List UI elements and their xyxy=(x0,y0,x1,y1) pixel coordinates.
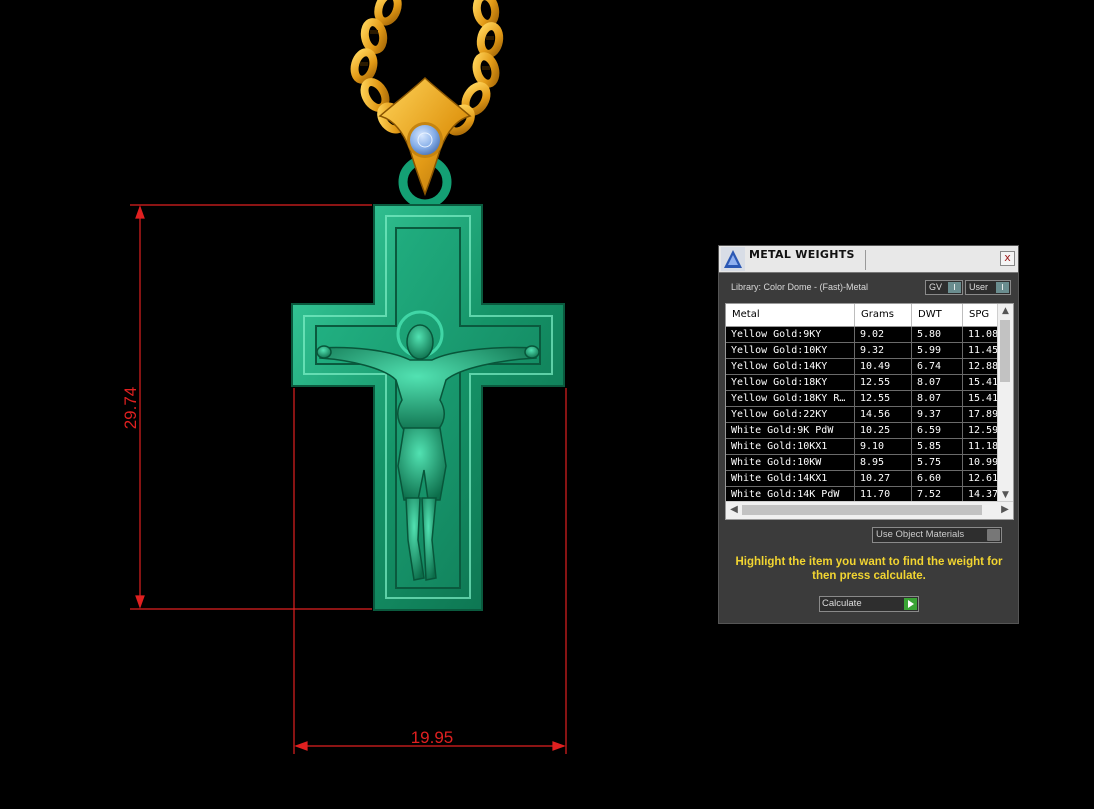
width-dimension-label: 19.95 xyxy=(411,728,454,747)
scroll-right-icon[interactable]: ▶ xyxy=(998,503,1012,517)
grams-cell: 9.32 xyxy=(855,343,912,358)
app-logo-icon xyxy=(721,247,745,271)
height-dimension xyxy=(130,204,372,610)
instruction-text: Highlight the item you want to find the … xyxy=(735,556,1003,582)
gv-toggle[interactable]: GV I xyxy=(925,280,963,295)
metal-cell: White Gold:10KX1 xyxy=(726,439,855,454)
table-row[interactable]: White Gold:14K PdW 11.70 7.52 14.37 xyxy=(726,487,998,502)
metal-weights-panel: METAL WEIGHTS x Library: Color Dome - (F… xyxy=(718,245,1019,624)
grams-cell: 14.56 xyxy=(855,407,912,422)
table-header: Metal Grams DWT SPG xyxy=(726,304,1003,327)
calculate-button[interactable]: Calculate xyxy=(819,596,919,612)
user-toggle[interactable]: User I xyxy=(965,280,1011,295)
table-row[interactable]: White Gold:14KX1 10.27 6.60 12.61 xyxy=(726,471,998,487)
titlebar-divider xyxy=(865,250,866,270)
vertical-scrollbar[interactable]: ▲ ▼ xyxy=(997,304,1013,502)
column-header-grams[interactable]: Grams xyxy=(855,304,912,326)
metal-cell: Yellow Gold:10KY xyxy=(726,343,855,358)
spg-cell: 15.41 xyxy=(963,391,998,406)
metal-cell: Yellow Gold:9KY xyxy=(726,327,855,342)
use-object-materials-label: Use Object Materials xyxy=(876,529,965,540)
metal-table[interactable]: Metal Grams DWT SPG Yellow Gold:9KY 9.02 5… xyxy=(725,303,1014,520)
metal-cell: Yellow Gold:14KY xyxy=(726,359,855,374)
metal-cell: Yellow Gold:22KY xyxy=(726,407,855,422)
spg-cell: 17.89 xyxy=(963,407,998,422)
metal-cell: Yellow Gold:18KY xyxy=(726,375,855,390)
library-label: Library: Color Dome - (Fast)-Metal xyxy=(731,282,869,292)
close-button[interactable]: x xyxy=(1000,251,1015,266)
table-body: Yellow Gold:9KY 9.02 5.80 11.08 Yellow Gold:… xyxy=(726,327,998,502)
dwt-cell: 6.60 xyxy=(912,471,963,486)
dwt-cell: 8.07 xyxy=(912,391,963,406)
height-dimension-label: 29.74 xyxy=(121,387,140,430)
grams-cell: 11.70 xyxy=(855,487,912,502)
grams-cell: 12.55 xyxy=(855,375,912,390)
metal-cell: White Gold:10KW xyxy=(726,455,855,470)
table-row[interactable]: White Gold:9K PdW 10.25 6.59 12.59 xyxy=(726,423,998,439)
gv-toggle-label: GV xyxy=(929,282,943,292)
toggle-knob-icon xyxy=(987,529,1000,541)
pendant-bail xyxy=(378,76,472,209)
panel-titlebar[interactable]: METAL WEIGHTS x xyxy=(719,246,1018,273)
grams-cell: 8.95 xyxy=(855,455,912,470)
horizontal-scroll-thumb[interactable] xyxy=(742,505,982,515)
spg-cell: 15.41 xyxy=(963,375,998,390)
table-row[interactable]: Yellow Gold:10KY 9.32 5.99 11.45 xyxy=(726,343,998,359)
dwt-cell: 8.07 xyxy=(912,375,963,390)
table-row[interactable]: Yellow Gold:9KY 9.02 5.80 11.08 xyxy=(726,327,998,343)
corpus-figure xyxy=(316,310,540,581)
panel-title: METAL WEIGHTS xyxy=(749,248,855,261)
dwt-cell: 7.52 xyxy=(912,487,963,502)
grams-cell: 9.10 xyxy=(855,439,912,454)
grams-cell: 12.55 xyxy=(855,391,912,406)
spg-cell: 12.59 xyxy=(963,423,998,438)
spg-cell: 11.08 xyxy=(963,327,998,342)
grams-cell: 10.49 xyxy=(855,359,912,374)
metal-cell: White Gold:9K PdW xyxy=(726,423,855,438)
dwt-cell: 9.37 xyxy=(912,407,963,422)
column-header-metal[interactable]: Metal xyxy=(726,304,855,326)
calculate-label: Calculate xyxy=(822,598,862,609)
user-toggle-label: User xyxy=(969,282,989,292)
metal-cell: Yellow Gold:18KY R… xyxy=(726,391,855,406)
use-object-materials-toggle[interactable]: Use Object Materials xyxy=(872,527,1002,543)
spg-cell: 11.18 xyxy=(963,439,998,454)
table-row[interactable]: Yellow Gold:18KY R… 12.55 8.07 15.41 xyxy=(726,391,998,407)
dwt-cell: 5.75 xyxy=(912,455,963,470)
grams-cell: 10.27 xyxy=(855,471,912,486)
metal-cell: White Gold:14KX1 xyxy=(726,471,855,486)
spg-cell: 10.99 xyxy=(963,455,998,470)
grams-cell: 9.02 xyxy=(855,327,912,342)
toggle-knob-icon: I xyxy=(996,282,1009,293)
spg-cell: 11.45 xyxy=(963,343,998,358)
dwt-cell: 6.74 xyxy=(912,359,963,374)
column-header-dwt[interactable]: DWT xyxy=(912,304,963,326)
table-row[interactable]: Yellow Gold:14KY 10.49 6.74 12.88 xyxy=(726,359,998,375)
dwt-cell: 5.80 xyxy=(912,327,963,342)
table-row[interactable]: White Gold:10KW 8.95 5.75 10.99 xyxy=(726,455,998,471)
horizontal-scrollbar[interactable]: ◀ ▶ xyxy=(726,501,1013,519)
spg-cell: 14.37 xyxy=(963,487,998,502)
grams-cell: 10.25 xyxy=(855,423,912,438)
toggle-knob-icon: I xyxy=(948,282,961,293)
spg-cell: 12.88 xyxy=(963,359,998,374)
metal-cell: White Gold:14K PdW xyxy=(726,487,855,502)
vertical-scroll-thumb[interactable] xyxy=(1000,320,1010,382)
scroll-up-icon[interactable]: ▲ xyxy=(998,304,1013,318)
spg-cell: 12.61 xyxy=(963,471,998,486)
play-icon xyxy=(904,598,917,610)
scroll-left-icon[interactable]: ◀ xyxy=(727,503,741,517)
table-row[interactable]: Yellow Gold:18KY 12.55 8.07 15.41 xyxy=(726,375,998,391)
table-row[interactable]: Yellow Gold:22KY 14.56 9.37 17.89 xyxy=(726,407,998,423)
scroll-down-icon[interactable]: ▼ xyxy=(998,488,1013,502)
table-row[interactable]: White Gold:10KX1 9.10 5.85 11.18 xyxy=(726,439,998,455)
dwt-cell: 6.59 xyxy=(912,423,963,438)
gemstone xyxy=(410,125,440,155)
dwt-cell: 5.99 xyxy=(912,343,963,358)
dwt-cell: 5.85 xyxy=(912,439,963,454)
